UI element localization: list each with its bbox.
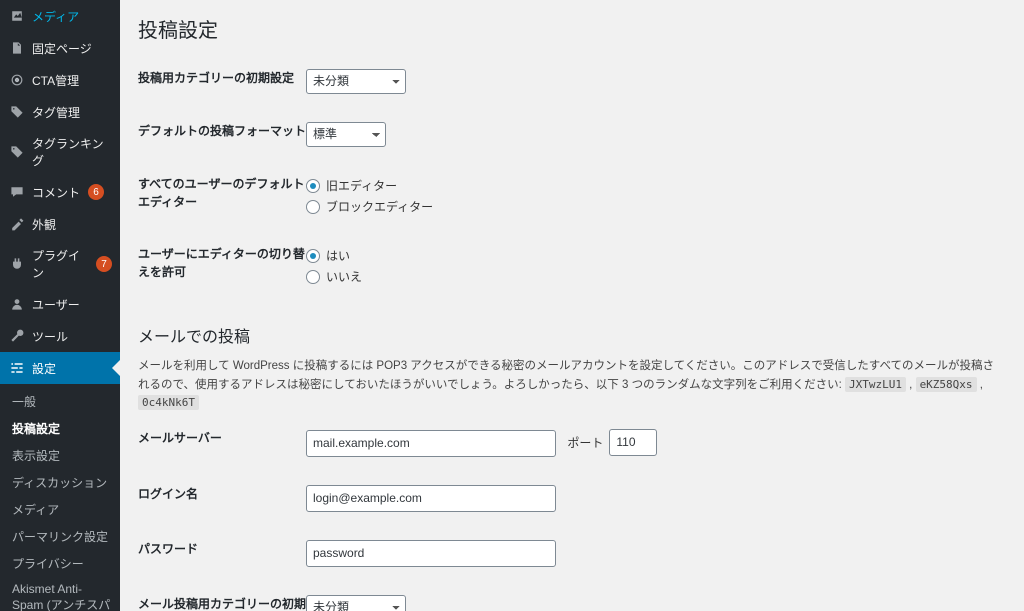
radio-switch-no-input[interactable] [306, 270, 320, 284]
settings-writing-page: 投稿設定 投稿用カテゴリーの初期設定 未分類 デフォルトの投稿フォーマット 標準… [120, 0, 1024, 611]
row-mail-pass: パスワード [138, 526, 1004, 581]
tag-icon [8, 103, 26, 121]
radio-editor-block[interactable]: ブロックエディター [306, 196, 1004, 217]
label-mail-server: メールサーバー [138, 429, 306, 447]
sidebar-item-tool[interactable]: ツール [0, 320, 120, 352]
sidebar-item-label: メディア [32, 8, 79, 25]
select-mail-category[interactable]: 未分類 [306, 595, 406, 611]
sidebar-item-plugin[interactable]: プラグイン 7 [0, 240, 120, 288]
sidebar-item-label: タグ管理 [32, 104, 80, 121]
sidebar-item-appearance[interactable]: 外観 [0, 208, 120, 240]
section-heading-mail: メールでの投稿 [138, 313, 1004, 353]
sidebar-item-media[interactable]: メディア [0, 0, 120, 32]
sidebar-item-tagrank[interactable]: タグランキング [0, 128, 120, 176]
sidebar-item-user[interactable]: ユーザー [0, 288, 120, 320]
row-mail-login: ログイン名 [138, 471, 1004, 526]
row-default-category: 投稿用カテゴリーの初期設定 未分類 [138, 55, 1004, 108]
radio-switch-no-label: いいえ [326, 268, 362, 285]
radio-switch-yes[interactable]: はい [306, 245, 1004, 266]
radio-editor-classic-input[interactable] [306, 179, 320, 193]
sidebar-main-menu: メディア固定ページ CTA管理タグ管理タグランキングコメント 6 外観プラグイン 7 ユー… [0, 0, 120, 352]
sidebar-sub-akismet[interactable]: Akismet Anti-Spam (アンチスパム) [0, 577, 120, 611]
row-default-editor: すべてのユーザーのデフォルトエディター 旧エディター ブロックエディター [138, 161, 1004, 231]
row-mail-category: メール投稿用カテゴリーの初期設定 未分類 [138, 581, 1004, 611]
radio-editor-classic[interactable]: 旧エディター [306, 175, 1004, 196]
select-default-category[interactable]: 未分類 [306, 69, 406, 94]
sidebar-item-tag[interactable]: タグ管理 [0, 96, 120, 128]
sidebar-badge: 6 [88, 184, 104, 200]
admin-sidebar: メディア固定ページCTA管理タグ管理タグランキングコメント6外観プラグイン7ユー… [0, 0, 120, 611]
app-root: メディア固定ページCTA管理タグ管理タグランキングコメント6外観プラグイン7ユー… [0, 0, 1024, 611]
sidebar-sub-general[interactable]: 一般 [0, 388, 120, 415]
user-icon [8, 295, 26, 313]
label-default-category: 投稿用カテゴリーの初期設定 [138, 69, 306, 87]
sidebar-sub-reading[interactable]: 表示設定 [0, 442, 120, 469]
input-mail-login[interactable] [306, 485, 556, 512]
radio-editor-block-label: ブロックエディター [326, 198, 433, 215]
sidebar-settings-submenu: 一般投稿設定表示設定ディスカッションメディアパーマリンク設定プライバシーAkis… [0, 384, 120, 611]
sidebar-sub-writing[interactable]: 投稿設定 [0, 415, 120, 442]
sidebar-item-label: コメント [32, 184, 80, 201]
sidebar-item-settings[interactable]: 設定 [0, 352, 120, 384]
mail-random-1: eKZ58Qxs [916, 377, 977, 392]
page-icon [8, 39, 26, 57]
tagrank-icon [8, 143, 26, 161]
label-default-format: デフォルトの投稿フォーマット [138, 122, 306, 140]
sidebar-item-label: ツール [32, 328, 68, 345]
sidebar-item-cta[interactable]: CTA管理 [0, 64, 120, 96]
label-allow-switch: ユーザーにエディターの切り替えを許可 [138, 245, 306, 281]
sidebar-item-label: 外観 [32, 216, 56, 233]
sidebar-item-label: タグランキング [32, 135, 112, 169]
radio-switch-yes-label: はい [326, 247, 350, 264]
sidebar-item-label: 設定 [32, 360, 56, 377]
label-mail-pass: パスワード [138, 540, 306, 558]
label-mail-port: ポート [567, 434, 603, 451]
sidebar-badge: 7 [96, 256, 112, 272]
sidebar-item-comment[interactable]: コメント 6 [0, 176, 120, 208]
radio-editor-block-input[interactable] [306, 200, 320, 214]
sidebar-sub-permalink[interactable]: パーマリンク設定 [0, 523, 120, 550]
input-mail-server[interactable] [306, 430, 556, 457]
input-mail-pass[interactable] [306, 540, 556, 567]
mail-description: メールを利用して WordPress に投稿するには POP3 アクセスができる… [138, 353, 1004, 414]
tool-icon [8, 327, 26, 345]
radio-switch-no[interactable]: いいえ [306, 266, 1004, 287]
mail-random-0: JXTwzLU1 [845, 377, 906, 392]
label-default-editor: すべてのユーザーのデフォルトエディター [138, 175, 306, 211]
row-mail-server: メールサーバー ポート [138, 415, 1004, 471]
input-mail-port[interactable] [609, 429, 657, 456]
comment-icon [8, 183, 26, 201]
sidebar-sub-media2[interactable]: メディア [0, 496, 120, 523]
page-title: 投稿設定 [138, 0, 1004, 55]
row-default-format: デフォルトの投稿フォーマット 標準 [138, 108, 1004, 161]
sidebar-sub-privacy[interactable]: プライバシー [0, 550, 120, 577]
mail-random-2: 0c4kNk6T [138, 395, 199, 410]
label-mail-login: ログイン名 [138, 485, 306, 503]
sliders-icon [8, 359, 26, 377]
appearance-icon [8, 215, 26, 233]
select-default-format[interactable]: 標準 [306, 122, 386, 147]
sidebar-item-label: CTA管理 [32, 72, 79, 89]
sidebar-item-page[interactable]: 固定ページ [0, 32, 120, 64]
sidebar-item-label: 固定ページ [32, 40, 92, 57]
label-mail-category: メール投稿用カテゴリーの初期設定 [138, 595, 306, 611]
radio-switch-yes-input[interactable] [306, 249, 320, 263]
sidebar-sub-discussion[interactable]: ディスカッション [0, 469, 120, 496]
plugin-icon [8, 255, 26, 273]
media-icon [8, 7, 26, 25]
sidebar-item-label: ユーザー [32, 296, 80, 313]
sidebar-item-label: プラグイン [32, 247, 88, 281]
row-allow-switch: ユーザーにエディターの切り替えを許可 はい いいえ [138, 231, 1004, 301]
cta-icon [8, 71, 26, 89]
radio-editor-classic-label: 旧エディター [326, 177, 397, 194]
